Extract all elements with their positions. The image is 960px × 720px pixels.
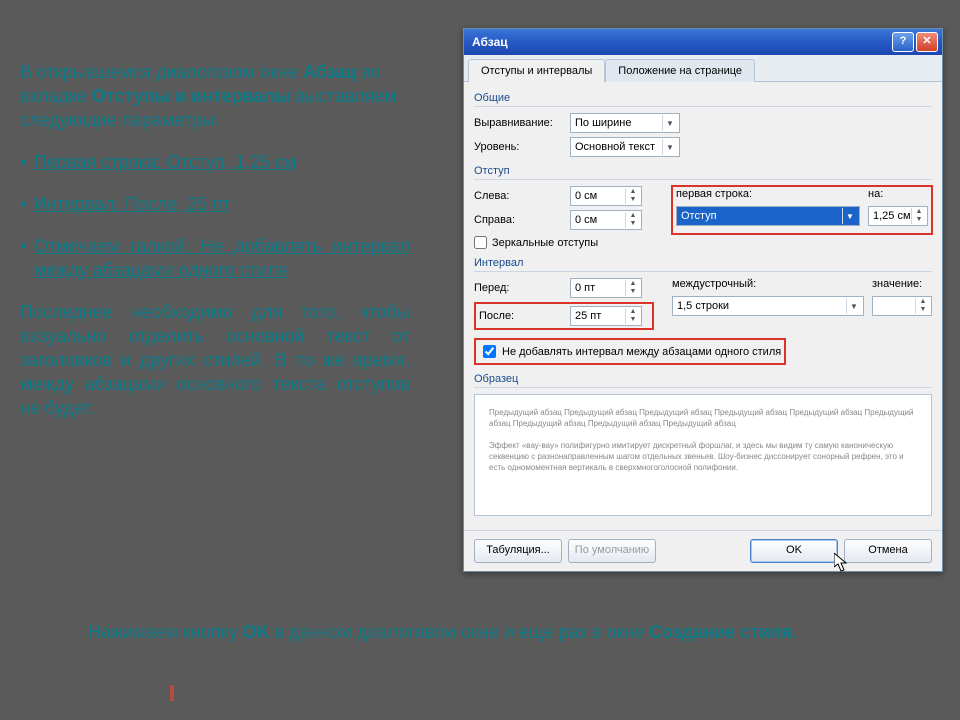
spin-down-icon[interactable]: ▼ <box>626 220 640 228</box>
preview-text: Предыдущий абзац Предыдущий абзац Предыд… <box>489 408 913 472</box>
group-title: Общие <box>474 88 932 107</box>
bold: Абзац <box>303 62 356 82</box>
group-title: Образец <box>474 369 932 388</box>
spin-down-icon[interactable]: ▼ <box>626 196 640 204</box>
paragraph-dialog: Абзац ? ✕ Отступы и интервалы Положение … <box>463 28 943 572</box>
left-label: Слева: <box>474 190 570 202</box>
titlebar[interactable]: Абзац ? ✕ <box>464 29 942 55</box>
linespacing-at-spinner[interactable]: ▲▼ <box>872 296 932 316</box>
spin-up-icon[interactable]: ▲ <box>912 208 926 216</box>
firstline-by-value: 1,25 см <box>873 210 911 222</box>
dropdown-icon: ▼ <box>846 298 861 314</box>
decoration <box>170 685 174 701</box>
right-spinner[interactable]: 0 см ▲▼ <box>570 210 642 230</box>
tabs-button[interactable]: Табуляция... <box>474 539 562 563</box>
align-label: Выравнивание: <box>474 117 570 129</box>
before-value: 0 пт <box>575 282 595 294</box>
dropdown-icon: ▼ <box>662 139 677 155</box>
noadd-checkbox[interactable] <box>483 345 496 358</box>
group-indent: Отступ Слева: 0 см▲▼ Справа: 0 см▲▼ <box>474 161 932 249</box>
group-title: Интервал <box>474 253 932 272</box>
mirror-check[interactable]: Зеркальные отступы <box>474 236 932 249</box>
tab-position[interactable]: Положение на странице <box>605 59 755 82</box>
spin-down-icon[interactable]: ▼ <box>626 316 640 324</box>
align-combo[interactable]: По ширине ▼ <box>570 113 680 133</box>
level-value: Основной текст <box>575 141 655 153</box>
default-button[interactable]: По умолчанию <box>568 539 656 563</box>
dialog-footer: Табуляция... По умолчанию OK Отмена <box>464 530 942 571</box>
left-value: 0 см <box>575 190 597 202</box>
firstline-label: первая строка: <box>676 188 860 200</box>
mirror-label: Зеркальные отступы <box>492 237 598 249</box>
after-label: После: <box>479 310 567 322</box>
dropdown-icon: ▼ <box>842 208 857 224</box>
spin-down-icon[interactable]: ▼ <box>916 306 930 314</box>
bullet-firstline: Первая строка: Отступ, 1,25 см <box>20 150 410 174</box>
spin-down-icon[interactable]: ▼ <box>912 216 926 224</box>
level-combo[interactable]: Основной текст ▼ <box>570 137 680 157</box>
dropdown-icon: ▼ <box>662 115 677 131</box>
firstline-value: Отступ <box>681 210 717 222</box>
preview-box: Предыдущий абзац Предыдущий абзац Предыд… <box>474 394 932 516</box>
bottom-note: Нажимаем кнопку OK в данном диалоговом о… <box>88 620 910 644</box>
right-value: 0 см <box>575 214 597 226</box>
group-spacing: Интервал Перед: 0 пт▲▼ После: 25 пт▲▼ <box>474 253 932 365</box>
text: в данном диалоговом окне и еще раз в окн… <box>270 622 650 642</box>
group-title: Отступ <box>474 161 932 180</box>
explain-paragraph: Последнее необходимо для того, чтобы виз… <box>20 300 410 420</box>
linespacing-at-label: значение: <box>872 278 932 290</box>
linespacing-value: 1,5 строки <box>677 300 729 312</box>
after-value: 25 пт <box>575 310 601 322</box>
spin-up-icon[interactable]: ▲ <box>626 188 640 196</box>
bullet-list: Первая строка: Отступ, 1,25 см Интервал:… <box>20 150 410 282</box>
spin-up-icon[interactable]: ▲ <box>626 280 640 288</box>
level-label: Уровень: <box>474 141 570 153</box>
firstline-combo[interactable]: Отступ ▼ <box>676 206 860 226</box>
noadd-label: Не добавлять интервал между абзацами одн… <box>502 346 781 358</box>
close-button[interactable]: ✕ <box>916 32 938 52</box>
spin-up-icon[interactable]: ▲ <box>626 308 640 316</box>
after-spinner[interactable]: 25 пт ▲▼ <box>570 306 642 326</box>
ok-button[interactable]: OK <box>750 539 838 563</box>
text: В открывшемся диалоговом окне <box>20 62 303 82</box>
text: . <box>792 622 797 642</box>
text: Нажимаем кнопку <box>88 622 243 642</box>
cancel-button[interactable]: Отмена <box>844 539 932 563</box>
group-preview: Образец Предыдущий абзац Предыдущий абза… <box>474 369 932 516</box>
bullet-spacing: Интервал: После, 25 пт <box>20 192 410 216</box>
dialog-title: Абзац <box>472 35 890 49</box>
instruction-text: В открывшемся диалоговом окне Абзац во в… <box>20 60 410 438</box>
bold: OK <box>243 622 270 642</box>
tab-strip: Отступы и интервалы Положение на страниц… <box>464 55 942 82</box>
intro-paragraph: В открывшемся диалоговом окне Абзац во в… <box>20 60 410 132</box>
align-value: По ширине <box>575 117 632 129</box>
right-label: Справа: <box>474 214 570 226</box>
before-spinner[interactable]: 0 пт ▲▼ <box>570 278 642 298</box>
group-general: Общие Выравнивание: По ширине▼ Уровень: … <box>474 88 932 157</box>
bullet-checkbox: Отмечаем галкой: Не добавлять интервал м… <box>20 234 410 282</box>
dialog-body: Общие Выравнивание: По ширине▼ Уровень: … <box>464 82 942 530</box>
left-spinner[interactable]: 0 см ▲▼ <box>570 186 642 206</box>
spin-up-icon[interactable]: ▲ <box>916 298 930 306</box>
spin-up-icon[interactable]: ▲ <box>626 212 640 220</box>
help-button[interactable]: ? <box>892 32 914 52</box>
spin-down-icon[interactable]: ▼ <box>626 288 640 296</box>
tab-indents[interactable]: Отступы и интервалы <box>468 59 605 82</box>
bold: Создание стиля <box>649 622 792 642</box>
firstline-by-spinner[interactable]: 1,25 см▲▼ <box>868 206 928 226</box>
by-label: на: <box>868 188 928 200</box>
mirror-checkbox[interactable] <box>474 236 487 249</box>
bold: Отступы и интервалы <box>92 86 291 106</box>
linespacing-combo[interactable]: 1,5 строки ▼ <box>672 296 864 316</box>
linespacing-label: междустрочный: <box>672 278 864 290</box>
before-label: Перед: <box>474 282 570 294</box>
